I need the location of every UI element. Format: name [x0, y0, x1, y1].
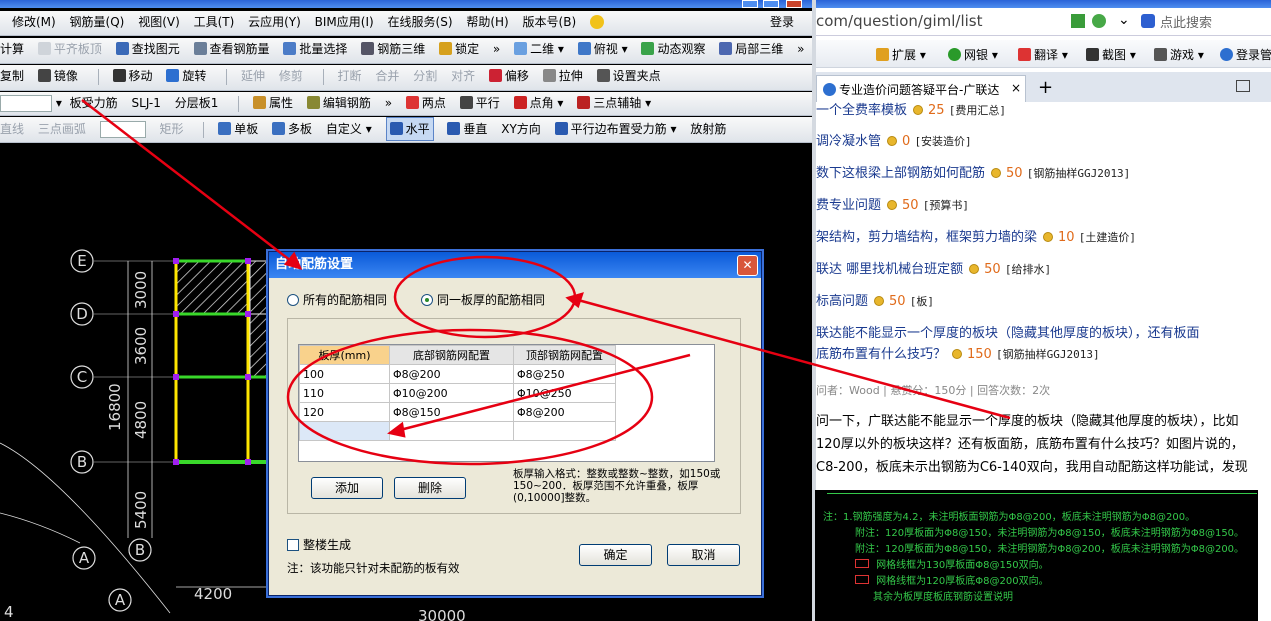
arrow-head	[283, 251, 303, 270]
annotation-arrow	[81, 99, 296, 265]
annotation-arrow	[577, 298, 1011, 420]
annotation-circle	[286, 328, 654, 466]
annotation-arrow	[399, 353, 691, 432]
annotation-overlay	[81, 99, 1011, 466]
annotation-circle	[393, 255, 577, 339]
arrow-head	[387, 421, 406, 438]
arrow-head	[565, 292, 584, 309]
